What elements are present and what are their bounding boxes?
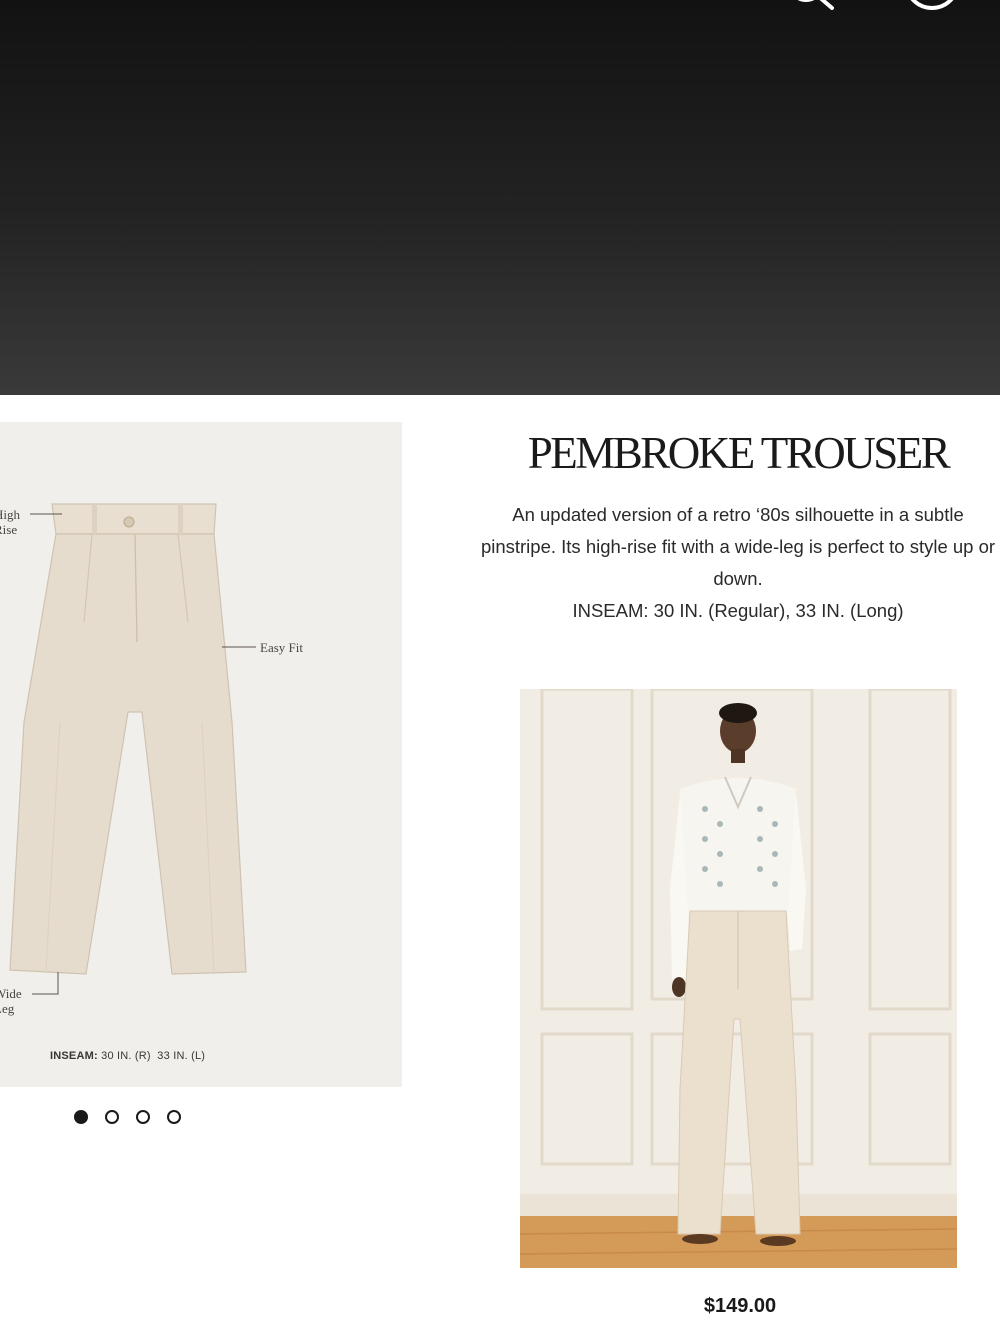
- model-wearing-trouser-image: [520, 689, 957, 1268]
- hero-banner: [0, 0, 1000, 395]
- product-description: An updated version of a retro ‘80s silho…: [480, 504, 996, 589]
- diagram-inseam-note: INSEAM: 30 IN. (R) 33 IN. (L): [50, 1050, 205, 1062]
- high-rise-callout: High Rise: [0, 507, 20, 537]
- search-icon[interactable]: [780, 0, 840, 12]
- trouser-flatlay-image: [9, 503, 256, 995]
- wide-leg-callout: Wide Leg: [0, 986, 22, 1016]
- carousel-dot-4[interactable]: [167, 1110, 181, 1124]
- account-icon[interactable]: [900, 0, 964, 14]
- product-inseam: INSEAM: 30 IN. (Regular), 33 IN. (Long): [572, 600, 904, 621]
- model-photo[interactable]: [520, 689, 957, 1268]
- easy-fit-callout: Easy Fit: [260, 640, 303, 655]
- carousel-dot-2[interactable]: [105, 1110, 119, 1124]
- product-price: $149.00: [703, 1295, 777, 1317]
- diagram-inseam-label: INSEAM:: [50, 1050, 98, 1062]
- product-diagram-card[interactable]: High Rise Easy Fit Wide Leg INSEAM: 30 I…: [0, 422, 402, 1087]
- carousel-indicator: [74, 1110, 181, 1124]
- diagram-inseam-values: 30 IN. (R) 33 IN. (L): [101, 1050, 206, 1062]
- product-title: PEMBROKE TROUSER: [527, 428, 951, 478]
- carousel-dot-1[interactable]: [74, 1110, 88, 1124]
- carousel-dot-3[interactable]: [136, 1110, 150, 1124]
